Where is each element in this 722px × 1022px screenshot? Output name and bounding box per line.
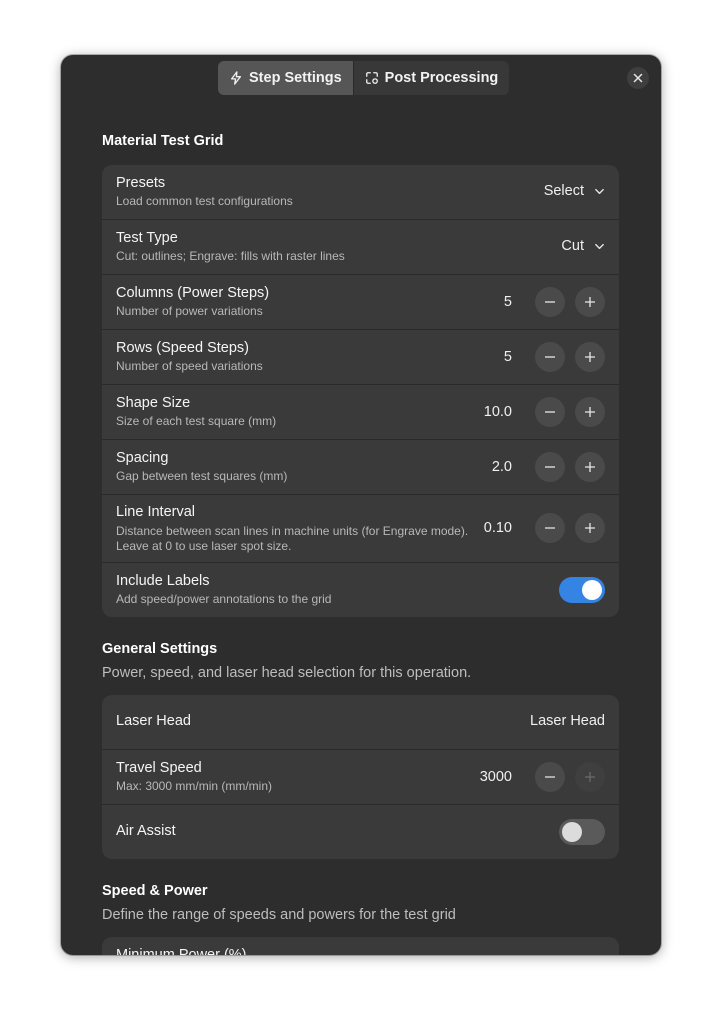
chevron-down-icon [595,243,604,249]
travel-speed-decrement-button[interactable] [535,762,565,792]
toggle-knob [562,822,582,842]
tab-post-processing[interactable]: Post Processing [353,61,510,95]
general-settings-description: Power, speed, and laser head selection f… [102,665,472,681]
spacing-subtitle: Gap between test squares (mm) [116,469,288,483]
include-labels-label: Include Labels [116,573,210,589]
plus-icon [585,297,595,307]
spacing-row: Spacing Gap between test squares (mm) 2.… [102,440,619,495]
presets-value: Select [543,183,584,199]
columns-increment-button[interactable] [575,287,605,317]
rows-increment-button[interactable] [575,342,605,372]
plus-icon [585,523,595,533]
general-settings-card: Laser Head Laser Head Travel Speed Max: … [102,695,619,859]
air-assist-toggle[interactable] [559,819,605,845]
test-type-dropdown[interactable]: Cut [561,238,605,254]
line-interval-value[interactable]: 0.10 [484,520,512,536]
test-type-subtitle: Cut: outlines; Engrave: fills with raste… [116,249,345,263]
tab-step-settings[interactable]: Step Settings [218,61,354,95]
line-interval-decrement-button[interactable] [535,513,565,543]
minus-icon [545,301,555,303]
test-type-label: Test Type [116,230,178,246]
spacing-increment-button[interactable] [575,452,605,482]
rows-decrement-button[interactable] [535,342,565,372]
rows-subtitle: Number of speed variations [116,359,263,373]
line-interval-subtitle-2: Leave at 0 to use laser spot size. [116,539,292,553]
spacing-value[interactable]: 2.0 [492,459,512,475]
rows-value[interactable]: 5 [504,349,512,365]
air-assist-row: Air Assist [102,805,619,859]
columns-decrement-button[interactable] [535,287,565,317]
include-labels-subtitle: Add speed/power annotations to the grid [116,592,332,606]
travel-speed-increment-button[interactable] [575,762,605,792]
presets-dropdown[interactable]: Select [544,183,605,199]
presets-label: Presets [116,175,166,191]
tab-post-processing-label: Post Processing [384,70,499,86]
line-interval-stepper: 0.10 [484,513,605,543]
plus-icon [585,462,595,472]
close-icon [633,73,643,83]
minus-icon [545,356,555,358]
columns-value[interactable]: 5 [504,294,512,310]
material-test-grid-card: Presets Load common test configurations … [102,165,619,617]
shape-size-subtitle: Size of each test square (mm) [116,414,277,428]
toggle-knob [582,580,602,600]
laser-head-value[interactable]: Laser Head [530,713,605,729]
plus-icon [585,352,595,362]
section-title-material-test-grid: Material Test Grid [102,133,224,149]
tab-step-settings-label: Step Settings [249,70,342,86]
travel-speed-subtitle: Max: 3000 mm/min (mm/min) [116,779,273,793]
minus-icon [545,411,555,413]
section-title-general-settings: General Settings [102,641,218,657]
tab-switcher: Step Settings Post Processing [218,61,510,95]
plus-icon [585,407,595,417]
travel-speed-label: Travel Speed [116,760,202,776]
line-interval-label: Line Interval [116,504,195,520]
spacing-label: Spacing [116,450,169,466]
laser-head-row: Laser Head Laser Head [102,695,619,750]
chevron-down-icon [595,188,604,194]
include-labels-row: Include Labels Add speed/power annotatio… [102,563,619,617]
shape-size-increment-button[interactable] [575,397,605,427]
include-labels-toggle[interactable] [559,577,605,603]
line-interval-subtitle-1: Distance between scan lines in machine u… [116,524,469,538]
speed-power-description: Define the range of speeds and powers fo… [102,907,456,923]
presets-subtitle: Load common test configurations [116,194,293,208]
minimum-power-row: Minimum Power (%) [102,937,619,955]
spacing-decrement-button[interactable] [535,452,565,482]
plus-icon [585,772,595,782]
dialog-window: Step Settings Post Processing Material T… [61,55,661,955]
minimum-power-label: Minimum Power (%) [116,947,247,955]
columns-row: Columns (Power Steps) Number of power va… [102,275,619,330]
rows-row: Rows (Speed Steps) Number of speed varia… [102,330,619,385]
shape-size-stepper: 10.0 [484,397,605,427]
shape-size-value[interactable]: 10.0 [484,404,512,420]
line-interval-increment-button[interactable] [575,513,605,543]
minus-icon [545,527,555,529]
speed-power-card: Minimum Power (%) [102,937,619,955]
columns-label: Columns (Power Steps) [116,285,270,301]
columns-subtitle: Number of power variations [116,304,263,318]
minus-icon [545,776,555,778]
minus-icon [545,466,555,468]
travel-speed-row: Travel Speed Max: 3000 mm/min (mm/min) 3… [102,750,619,805]
line-interval-row: Line Interval Distance between scan line… [102,495,619,563]
laser-head-label: Laser Head [116,713,191,729]
test-type-value: Cut [561,238,584,254]
shape-size-label: Shape Size [116,395,191,411]
section-title-speed-power: Speed & Power [102,883,208,899]
columns-stepper: 5 [504,287,605,317]
lightning-icon [230,71,242,85]
rows-label: Rows (Speed Steps) [116,340,249,356]
spacing-stepper: 2.0 [492,452,605,482]
transform-icon [365,72,378,84]
travel-speed-value[interactable]: 3000 [480,769,512,785]
air-assist-label: Air Assist [116,823,176,839]
travel-speed-stepper: 3000 [480,762,605,792]
test-type-row: Test Type Cut: outlines; Engrave: fills … [102,220,619,275]
close-button[interactable] [627,67,649,89]
rows-stepper: 5 [504,342,605,372]
shape-size-row: Shape Size Size of each test square (mm)… [102,385,619,440]
presets-row: Presets Load common test configurations … [102,165,619,220]
shape-size-decrement-button[interactable] [535,397,565,427]
